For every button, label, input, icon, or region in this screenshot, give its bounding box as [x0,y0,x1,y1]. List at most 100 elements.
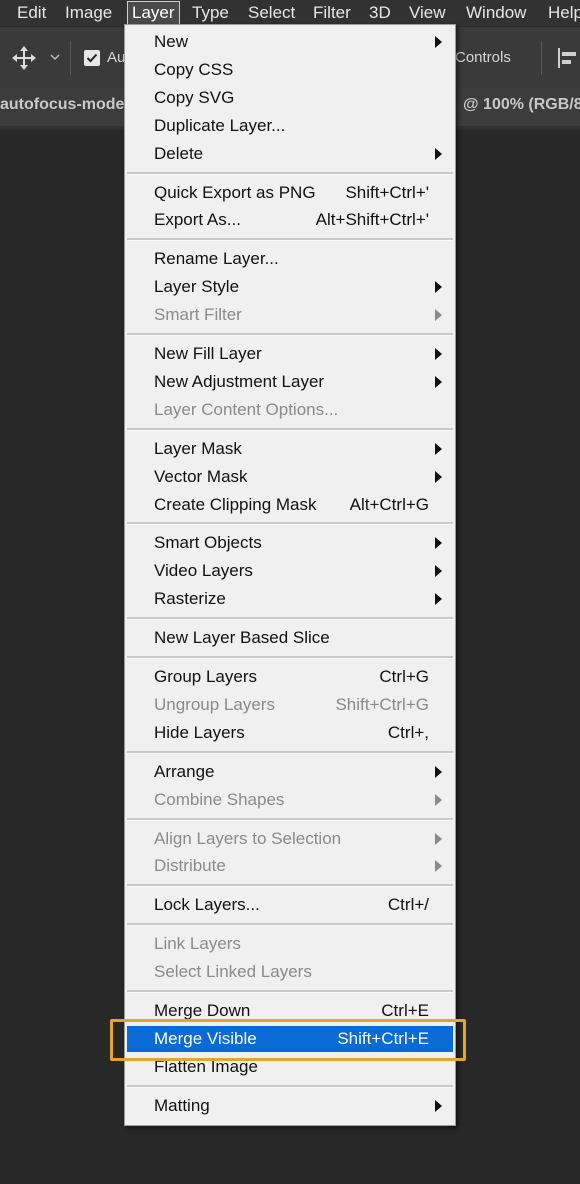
menu-layer[interactable]: Layer [127,1,180,25]
menu-item-create-clipping-mask[interactable]: Create Clipping Mask Alt+Ctrl+G [127,492,453,518]
menu-help[interactable]: Help [548,3,580,25]
menu-item-label: Rename Layer... [154,249,279,269]
move-arrows-icon[interactable] [11,45,37,71]
menu-item-label: Quick Export as PNG [154,182,316,202]
menu-separator [127,238,453,242]
menu-item-label: Export As... [154,210,241,230]
menu-image[interactable]: Image [65,3,112,25]
menu-item-new-layer-based-slice[interactable]: New Layer Based Slice [127,625,453,651]
menu-separator [127,427,453,431]
menu-item-rename-layer[interactable]: Rename Layer... [127,246,453,272]
submenu-arrow-icon [435,537,442,550]
submenu-arrow-icon [435,470,442,483]
submenu-arrow-icon [435,793,442,806]
menu-item-label: Ungroup Layers [154,694,275,714]
submenu-arrow-icon [435,281,442,294]
menu-item-link-layers: Link Layers [127,931,453,957]
menu-item-group-layers[interactable]: Group Layers Ctrl+G [127,664,453,690]
menu-item-shortcut: Shift+Ctrl+G [335,694,429,714]
document-zoom-info: @ 100% (RGB/8 [463,96,580,113]
menu-item-label: Distribute [154,856,226,876]
menu-item-label: Layer Style [154,277,240,297]
menu-item-label: Rasterize [154,589,226,609]
submenu-arrow-icon [435,147,442,160]
menu-item-copy-css[interactable]: Copy CSS [127,57,453,83]
menu-item-label: Smart Filter [154,305,242,325]
menu-separator [127,522,453,526]
menu-item-label: Duplicate Layer... [154,115,286,135]
menu-item-label: Link Layers [154,934,241,954]
submenu-arrow-icon [435,1099,442,1112]
menu-item-label: Create Clipping Mask [154,494,317,514]
menu-separator [127,1084,453,1088]
menu-item-duplicate-layer[interactable]: Duplicate Layer... [127,113,453,139]
menu-item-arrange[interactable]: Arrange [127,759,453,785]
menu-separator [127,923,453,927]
align-left-icon[interactable] [556,45,578,71]
menu-item-label: Copy SVG [154,87,235,107]
menu-item-shortcut: Alt+Shift+Ctrl+' [315,210,429,230]
menu-item-label: Layer Mask [154,438,242,458]
menu-window[interactable]: Window [466,3,526,25]
menu-item-label: Group Layers [154,667,257,686]
menu-item-new-fill-layer[interactable]: New Fill Layer [127,341,453,367]
options-divider [541,41,542,75]
menu-separator [127,617,453,621]
menu-separator [127,333,453,336]
menu-item-label: Matting [154,1095,210,1115]
checkmark-icon [86,53,98,63]
menu-view[interactable]: View [409,3,446,25]
menu-item-shortcut: Ctrl+E [381,1001,429,1020]
menu-separator [127,817,453,821]
menu-item-label: Merge Down [154,1001,251,1020]
menu-item-video-layers[interactable]: Video Layers [127,558,453,584]
menu-item-matting[interactable]: Matting [127,1093,453,1119]
menu-item-rasterize[interactable]: Rasterize [127,586,453,612]
menu-item-label: New [154,32,189,51]
submenu-arrow-icon [435,832,442,845]
submenu-arrow-icon [435,36,442,48]
menu-item-label: Layer Content Options... [154,399,339,419]
menu-item-label: Vector Mask [154,466,248,486]
menu-type[interactable]: Type [192,3,229,25]
menu-item-label: Smart Objects [154,533,262,553]
layer-dropdown-menu: New Copy CSS Copy SVG Duplicate Layer... Del… [124,24,456,1126]
menu-item-label: Arrange [154,761,215,781]
menu-bar: Edit Image Layer Type Select Filter 3D V… [0,0,580,26]
menu-item-label: Delete [154,143,204,163]
menu-separator [127,990,453,993]
menu-item-label: Video Layers [154,561,253,581]
menu-item-shortcut: Shift+Ctrl+' [345,182,429,202]
menu-item-smart-filter: Smart Filter [127,302,453,328]
menu-item-label: Copy CSS [154,59,234,79]
menu-item-quick-export-as-png[interactable]: Quick Export as PNG Shift+Ctrl+' [127,180,453,206]
menu-3d[interactable]: 3D [369,3,391,25]
menu-item-layer-mask[interactable]: Layer Mask [127,436,453,462]
menu-filter[interactable]: Filter [313,3,351,25]
menu-separator [127,750,453,754]
menu-item-label: New Fill Layer [154,344,262,363]
menu-item-hide-layers[interactable]: Hide Layers Ctrl+, [127,720,453,746]
menu-item-copy-svg[interactable]: Copy SVG [127,85,453,111]
auto-select-checkbox[interactable] [84,50,100,66]
document-name: autofocus-mode [0,96,125,113]
options-divider [70,41,71,75]
menu-item-label: Combine Shapes [154,789,285,809]
menu-item-new-adjustment-layer[interactable]: New Adjustment Layer [127,369,453,395]
menu-item-shortcut: Ctrl+/ [387,895,429,915]
menu-item-delete[interactable]: Delete [127,141,453,167]
menu-edit[interactable]: Edit [17,3,46,25]
menu-item-new[interactable]: New [127,29,453,55]
menu-item-vector-mask[interactable]: Vector Mask [127,464,453,490]
menu-separator [127,656,453,659]
menu-item-smart-objects[interactable]: Smart Objects [127,530,453,556]
submenu-arrow-icon [435,860,442,873]
menu-select[interactable]: Select [248,3,295,25]
menu-item-layer-style[interactable]: Layer Style [127,274,453,300]
menu-item-export-as[interactable]: Export As... Alt+Shift+Ctrl+' [127,207,453,233]
menu-item-shortcut: Ctrl+G [379,667,429,686]
submenu-arrow-icon [435,375,442,388]
menu-item-lock-layers[interactable]: Lock Layers... Ctrl+/ [127,892,453,918]
menu-item-label: New Adjustment Layer [154,371,325,391]
chevron-down-icon[interactable] [50,54,60,61]
